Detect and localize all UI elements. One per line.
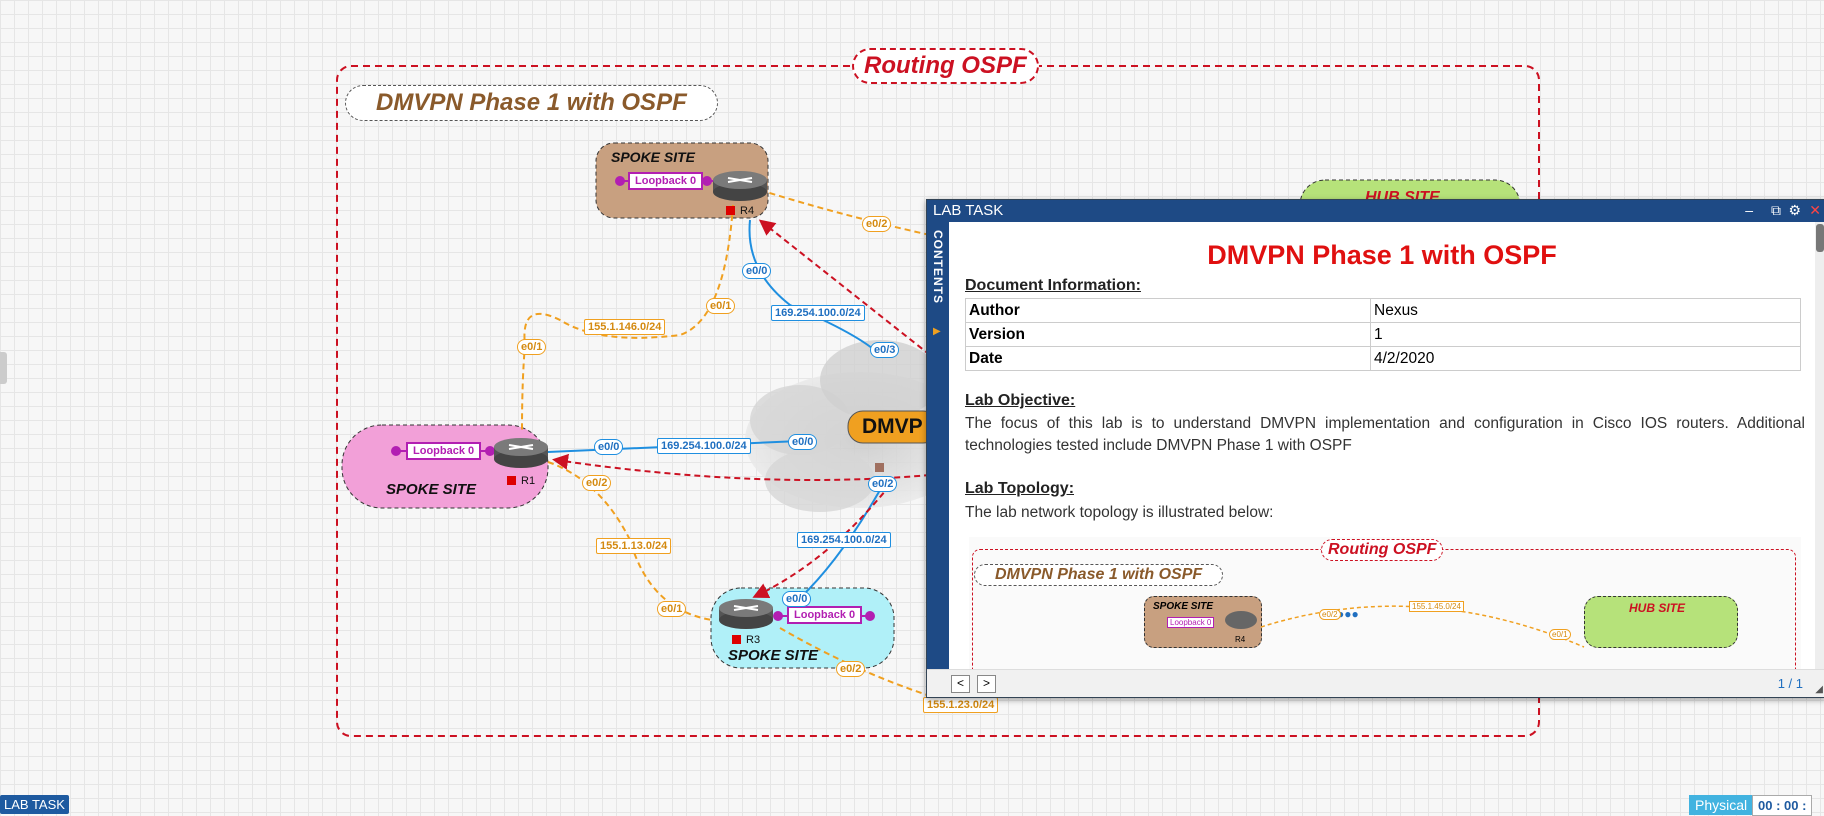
r4-status-icon bbox=[726, 206, 735, 215]
routing-ospf-title: Routing OSPF bbox=[852, 48, 1039, 84]
lab-objective-heading: Lab Objective: bbox=[965, 392, 1076, 409]
subnet-r1-hub-blue: 169.254.100.0/24 bbox=[657, 438, 751, 454]
lab-task-title: LAB TASK bbox=[933, 202, 1004, 219]
document-info-table: Author Nexus Version 1 Date 4/2/2020 bbox=[965, 298, 1801, 371]
page-indicator: 1 / 1 bbox=[1777, 676, 1803, 691]
minimize-icon[interactable]: – bbox=[1745, 202, 1753, 218]
router-r3-icon[interactable] bbox=[719, 599, 773, 629]
dmvpn-cloud-label: DMVP bbox=[862, 415, 923, 438]
r3-status-icon bbox=[732, 635, 741, 644]
lab-topology-heading: Lab Topology: bbox=[965, 480, 1075, 497]
r1-status-icon bbox=[507, 476, 516, 485]
r1-e0-0-tag: e0/0 bbox=[594, 439, 624, 455]
hub-router-status-icon bbox=[875, 463, 884, 472]
document-area[interactable]: DMVPN Phase 1 with OSPF Document Informa… bbox=[949, 222, 1815, 670]
r4-e0-2-tag: e0/2 bbox=[862, 216, 892, 232]
info-value: Nexus bbox=[1370, 298, 1801, 323]
r4-loopback0[interactable]: Loopback 0 bbox=[628, 172, 704, 190]
router-r1-icon[interactable] bbox=[494, 438, 548, 468]
spoke-site-r4-label: SPOKE SITE bbox=[611, 149, 696, 165]
r4-label: R4 bbox=[740, 205, 755, 217]
hub-e0-0-tag: e0/0 bbox=[788, 434, 818, 450]
close-icon[interactable]: ✕ bbox=[1809, 202, 1821, 219]
contents-arrow-icon: ▶ bbox=[933, 326, 941, 337]
hub-e0-2-tag: e0/2 bbox=[868, 476, 898, 492]
contents-tab[interactable]: CONTENTS ▶ bbox=[927, 222, 949, 670]
physical-button[interactable]: Physical bbox=[1689, 795, 1754, 815]
scrollbar-thumb[interactable] bbox=[1816, 224, 1824, 252]
gear-icon[interactable]: ⚙ bbox=[1788, 202, 1801, 219]
tunnel-hub-to-r4 bbox=[758, 219, 931, 356]
info-value: 1 bbox=[1370, 322, 1801, 347]
info-value: 4/2/2020 bbox=[1370, 346, 1801, 371]
table-row: Version 1 bbox=[965, 322, 1801, 347]
dmvpn-subtitle: DMVPN Phase 1 with OSPF bbox=[345, 85, 718, 121]
subnet-r3-hub-blue: 169.254.100.0/24 bbox=[797, 532, 891, 548]
info-key: Author bbox=[965, 298, 1371, 323]
subnet-155-1-146: 155.1.146.0/24 bbox=[584, 319, 666, 335]
thumb-subnet: 155.1.45.0/24 bbox=[1409, 601, 1464, 612]
hub-e0-3-tag: e0/3 bbox=[870, 342, 900, 358]
resize-grip-icon[interactable]: ◢ bbox=[1815, 684, 1823, 695]
lab-task-footer: < > 1 / 1 ◢ bbox=[927, 669, 1824, 697]
thumb-if-a: e0/2 bbox=[1319, 609, 1341, 620]
r1-e0-1-tag: e0/1 bbox=[517, 339, 547, 355]
restore-icon[interactable]: ⧉ bbox=[1771, 202, 1781, 219]
lab-objective-text: The focus of this lab is to understand D… bbox=[965, 415, 1805, 454]
topology-thumbnail: Routing OSPF DMVPN Phase 1 with OSPF SPO… bbox=[969, 537, 1801, 670]
r1-e0-2-tag: e0/2 bbox=[582, 475, 612, 491]
r3-e0-0-tag: e0/0 bbox=[782, 591, 812, 607]
document-scrollbar[interactable] bbox=[1815, 222, 1824, 670]
info-key: Version bbox=[965, 322, 1371, 347]
table-row: Author Nexus bbox=[965, 298, 1801, 323]
prev-page-button[interactable]: < bbox=[951, 675, 970, 693]
thumb-links bbox=[1260, 605, 1585, 648]
link-r4-r1-orange[interactable] bbox=[521, 204, 734, 431]
document-info-heading: Document Information: bbox=[965, 277, 1141, 294]
r1-label: R1 bbox=[521, 475, 536, 487]
r4-e0-1-tag: e0/1 bbox=[706, 298, 736, 314]
table-row: Date 4/2/2020 bbox=[965, 346, 1801, 371]
left-panel-toggle[interactable] bbox=[0, 352, 7, 384]
router-r4-icon[interactable] bbox=[713, 171, 767, 201]
subnet-155-1-23: 155.1.23.0/24 bbox=[923, 697, 999, 713]
info-key: Date bbox=[965, 346, 1371, 371]
lab-topology-text: The lab network topology is illustrated … bbox=[965, 504, 1274, 521]
subnet-155-1-13: 155.1.13.0/24 bbox=[596, 538, 672, 554]
contents-label: CONTENTS bbox=[931, 230, 945, 304]
spoke-site-r1-label: SPOKE SITE bbox=[386, 481, 477, 498]
r4-e0-0-tag: e0/0 bbox=[742, 263, 772, 279]
link-r4-hub-orange[interactable] bbox=[759, 189, 931, 236]
r1-loopback0[interactable]: Loopback 0 bbox=[406, 442, 482, 460]
r3-loopback0[interactable]: Loopback 0 bbox=[787, 606, 863, 624]
document-heading: DMVPN Phase 1 with OSPF bbox=[1207, 240, 1557, 270]
lab-task-window[interactable]: LAB TASK – ⧉ ⚙ ✕ CONTENTS ▶ DMVPN Phase … bbox=[926, 199, 1824, 698]
next-page-button[interactable]: > bbox=[977, 675, 996, 693]
lab-task-titlebar[interactable]: LAB TASK – ⧉ ⚙ ✕ bbox=[927, 200, 1824, 222]
r3-e0-2-tag: e0/2 bbox=[836, 661, 866, 677]
subnet-r4-hub-blue: 169.254.100.0/24 bbox=[771, 305, 865, 321]
r3-label: R3 bbox=[746, 634, 761, 646]
thumb-if-b: e0/1 bbox=[1549, 629, 1571, 640]
link-r4-hub-blue[interactable] bbox=[748, 219, 881, 356]
r3-e0-1-tag: e0/1 bbox=[657, 601, 687, 617]
lab-task-button[interactable]: LAB TASK bbox=[0, 795, 69, 814]
spoke-site-r3-label: SPOKE SITE bbox=[728, 647, 819, 664]
